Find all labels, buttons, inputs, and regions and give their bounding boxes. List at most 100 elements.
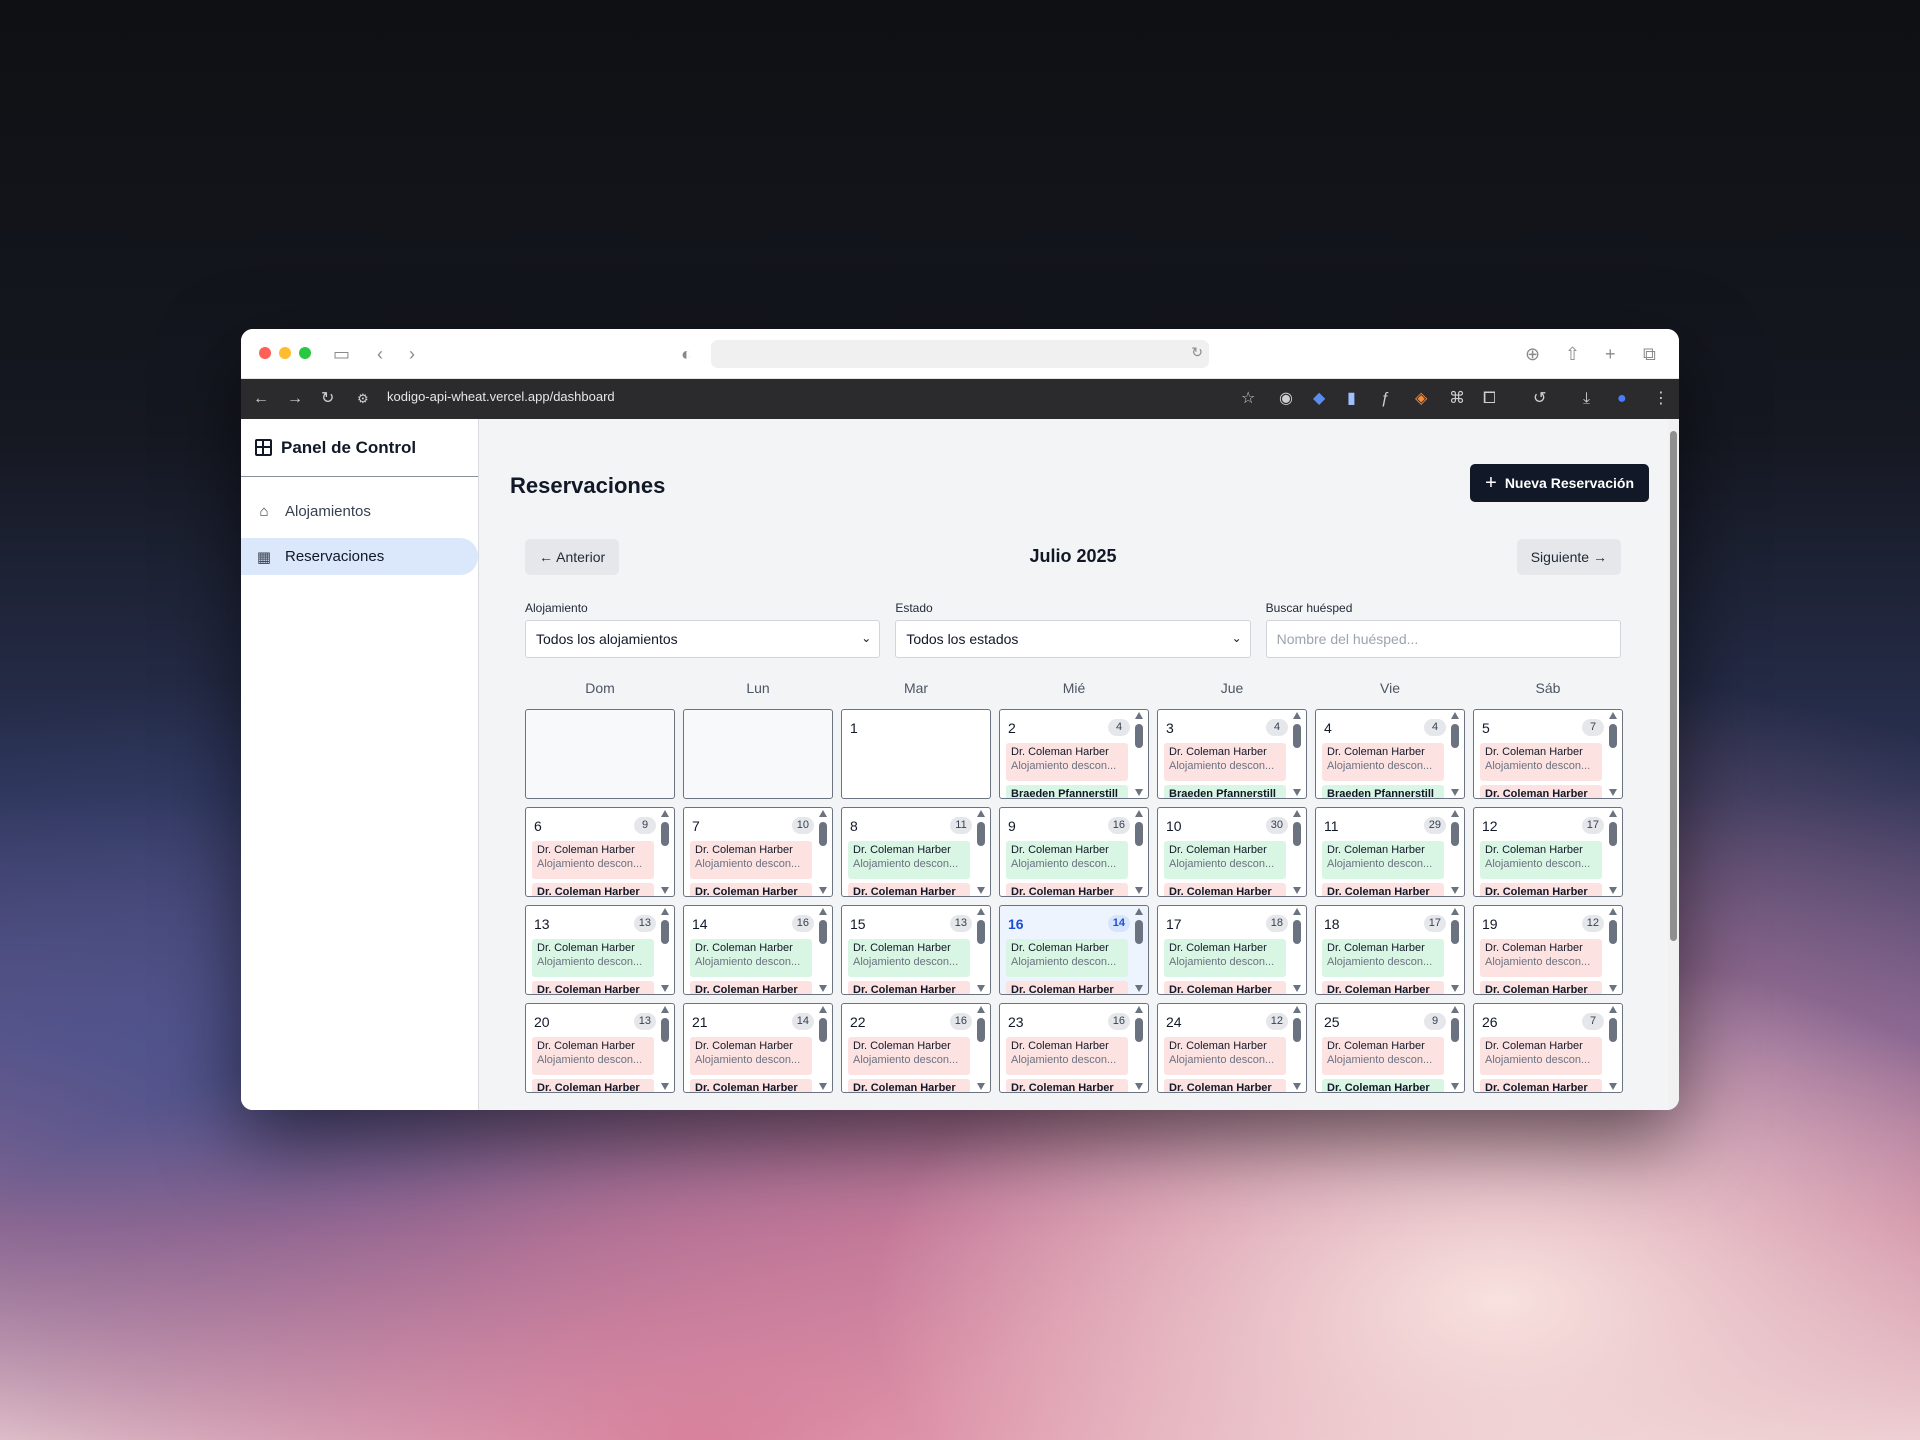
cell-scrollbar[interactable] (1134, 908, 1145, 992)
reservation-item[interactable]: Dr. Coleman Harber (690, 1079, 812, 1092)
reservation-item[interactable]: Dr. Coleman Harber (1480, 1079, 1602, 1092)
scrollbar-thumb[interactable] (1451, 1018, 1459, 1042)
reservation-item[interactable]: Dr. Coleman Harber Alojamiento descon... (1164, 1037, 1286, 1075)
reservation-item[interactable]: Dr. Coleman Harber (532, 1079, 654, 1092)
refresh-icon[interactable]: ↻ (321, 388, 334, 410)
calendar-day-cell[interactable]: 23 16 Dr. Coleman Harber Alojamiento descon… (999, 1003, 1149, 1093)
scrollbar-thumb[interactable] (1293, 1018, 1301, 1042)
scroll-down-arrow-icon[interactable] (1135, 985, 1143, 992)
tabs-overview-icon[interactable]: ⧉ (1643, 342, 1656, 366)
calendar-day-cell[interactable]: 13 13 Dr. Coleman Harber Alojamiento descon… (525, 905, 675, 995)
reservation-item[interactable]: Dr. Coleman Harber (848, 883, 970, 896)
cell-scrollbar[interactable] (1450, 712, 1461, 796)
scroll-down-arrow-icon[interactable] (1293, 985, 1301, 992)
reservation-item[interactable]: Dr. Coleman Harber Alojamiento descon... (690, 939, 812, 977)
scroll-down-arrow-icon[interactable] (1451, 985, 1459, 992)
reservation-item[interactable]: Dr. Coleman Harber Alojamiento descon... (532, 841, 654, 879)
calendar-day-cell[interactable]: 22 16 Dr. Coleman Harber Alojamiento descon… (841, 1003, 991, 1093)
cell-scrollbar[interactable] (1292, 712, 1303, 796)
site-settings-icon[interactable]: ⚙ (357, 388, 369, 410)
scrollbar-thumb[interactable] (1135, 1018, 1143, 1042)
reservation-item[interactable]: Dr. Coleman Harber (1322, 883, 1444, 896)
reservation-item[interactable]: Dr. Coleman Harber (1006, 981, 1128, 994)
cell-scrollbar[interactable] (818, 1006, 829, 1090)
history-icon[interactable]: ↺ (1533, 388, 1546, 410)
cell-scrollbar[interactable] (976, 810, 987, 894)
cell-scrollbar[interactable] (1134, 810, 1145, 894)
scrollbar-thumb[interactable] (1609, 724, 1617, 748)
scrollbar-thumb[interactable] (819, 822, 827, 846)
reservation-item[interactable]: Braeden Pfannerstill (1164, 785, 1286, 798)
reservation-item[interactable]: Dr. Coleman Harber (1322, 1079, 1444, 1092)
scroll-up-arrow-icon[interactable] (1135, 1006, 1143, 1013)
calendar-day-cell[interactable]: 4 4 Dr. Coleman Harber Alojamiento descon..… (1315, 709, 1465, 799)
estado-select[interactable]: Todos los estados ⌄ (895, 620, 1251, 658)
scroll-up-arrow-icon[interactable] (1293, 1006, 1301, 1013)
reservation-item[interactable]: Dr. Coleman Harber Alojamiento descon... (1006, 1037, 1128, 1075)
scrollbar-thumb[interactable] (1135, 920, 1143, 944)
scroll-down-arrow-icon[interactable] (1451, 1083, 1459, 1090)
scrollbar-thumb[interactable] (977, 1018, 985, 1042)
scroll-down-arrow-icon[interactable] (977, 1083, 985, 1090)
scroll-up-arrow-icon[interactable] (1293, 908, 1301, 915)
scrollbar-thumb[interactable] (1135, 822, 1143, 846)
scroll-down-arrow-icon[interactable] (1609, 1083, 1617, 1090)
maximize-window-button[interactable] (299, 347, 311, 359)
back-icon[interactable]: ← (253, 388, 269, 410)
cell-scrollbar[interactable] (1608, 712, 1619, 796)
calendar-day-cell[interactable]: 11 29 Dr. Coleman Harber Alojamiento descon… (1315, 807, 1465, 897)
calendar-day-cell[interactable]: 3 4 Dr. Coleman Harber Alojamiento descon..… (1157, 709, 1307, 799)
cell-scrollbar[interactable] (1608, 1006, 1619, 1090)
download-icon[interactable]: ⊕ (1525, 342, 1540, 366)
scroll-down-arrow-icon[interactable] (1451, 789, 1459, 796)
puzzle-icon[interactable]: ⧠ (1483, 388, 1496, 410)
reservation-item[interactable]: Dr. Coleman Harber (690, 883, 812, 896)
scroll-up-arrow-icon[interactable] (819, 810, 827, 817)
calendar-day-cell[interactable]: 1 (841, 709, 991, 799)
extension-icon[interactable]: ▮ (1347, 388, 1356, 410)
password-manager-icon[interactable]: ◆ (1313, 388, 1325, 410)
scroll-down-arrow-icon[interactable] (1135, 887, 1143, 894)
reservation-item[interactable]: Dr. Coleman Harber Alojamiento descon... (1006, 743, 1128, 781)
scroll-up-arrow-icon[interactable] (819, 908, 827, 915)
extension-icon[interactable]: ⌘ (1449, 388, 1465, 410)
cell-scrollbar[interactable] (818, 908, 829, 992)
new-tab-icon[interactable]: + (1605, 342, 1616, 366)
scroll-down-arrow-icon[interactable] (1451, 887, 1459, 894)
calendar-day-cell[interactable]: 20 13 Dr. Coleman Harber Alojamiento descon… (525, 1003, 675, 1093)
reservation-item[interactable]: Dr. Coleman Harber (532, 883, 654, 896)
scroll-down-arrow-icon[interactable] (1293, 887, 1301, 894)
calendar-day-cell[interactable]: 24 12 Dr. Coleman Harber Alojamiento descon… (1157, 1003, 1307, 1093)
reservation-item[interactable]: Dr. Coleman Harber Alojamiento descon... (1480, 841, 1602, 879)
reservation-item[interactable]: Dr. Coleman Harber Alojamiento descon... (1322, 743, 1444, 781)
cell-scrollbar[interactable] (1450, 810, 1461, 894)
cell-scrollbar[interactable] (1608, 908, 1619, 992)
scroll-up-arrow-icon[interactable] (977, 1006, 985, 1013)
scroll-up-arrow-icon[interactable] (1451, 908, 1459, 915)
reservation-item[interactable]: Dr. Coleman Harber Alojamiento descon... (1006, 939, 1128, 977)
safari-address-bar[interactable]: ↻ (711, 340, 1209, 368)
calendar-day-cell[interactable]: 17 18 Dr. Coleman Harber Alojamiento descon… (1157, 905, 1307, 995)
reservation-item[interactable]: Braeden Pfannerstill (1006, 785, 1128, 798)
sidebar-item-reservaciones[interactable]: ▦ Reservaciones (241, 538, 478, 575)
scroll-up-arrow-icon[interactable] (1293, 810, 1301, 817)
cell-scrollbar[interactable] (818, 810, 829, 894)
calendar-day-cell[interactable]: 12 17 Dr. Coleman Harber Alojamiento descon… (1473, 807, 1623, 897)
scrollbar-thumb[interactable] (1293, 822, 1301, 846)
scroll-up-arrow-icon[interactable] (1609, 1006, 1617, 1013)
reservation-item[interactable]: Dr. Coleman Harber (1164, 1079, 1286, 1092)
reservation-item[interactable]: Dr. Coleman Harber Alojamiento descon... (1164, 743, 1286, 781)
cell-scrollbar[interactable] (1292, 810, 1303, 894)
scroll-down-arrow-icon[interactable] (977, 985, 985, 992)
reservation-item[interactable]: Dr. Coleman Harber (1164, 981, 1286, 994)
calendar-day-cell[interactable]: 21 14 Dr. Coleman Harber Alojamiento descon… (683, 1003, 833, 1093)
calendar-day-cell[interactable]: 15 13 Dr. Coleman Harber Alojamiento descon… (841, 905, 991, 995)
scrollbar-thumb[interactable] (1609, 822, 1617, 846)
scrollbar-thumb[interactable] (977, 822, 985, 846)
download-icon[interactable]: ⤓ (1583, 388, 1590, 410)
back-arrow-icon[interactable]: ‹ (377, 342, 383, 366)
calendar-day-cell[interactable]: 8 11 Dr. Coleman Harber Alojamiento descon.… (841, 807, 991, 897)
reservation-item[interactable]: Dr. Coleman Harber (1480, 981, 1602, 994)
scroll-up-arrow-icon[interactable] (1135, 712, 1143, 719)
scrollbar-thumb[interactable] (819, 1018, 827, 1042)
